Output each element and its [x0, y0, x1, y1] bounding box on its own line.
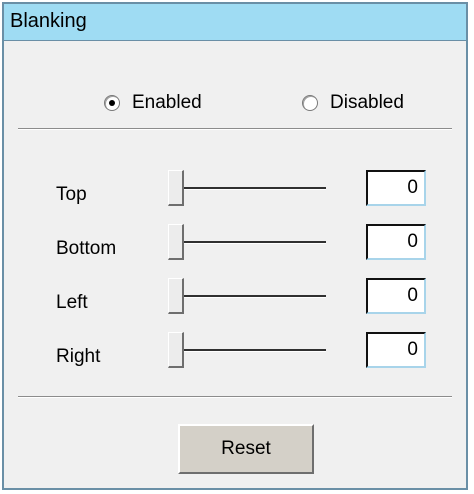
top-value-field[interactable]: 0: [366, 170, 426, 206]
right-slider-thumb[interactable]: [168, 332, 184, 368]
bottom-value-field[interactable]: 0: [366, 224, 426, 260]
separator-bottom: [18, 396, 452, 398]
enabled-radio[interactable]: [104, 95, 120, 111]
disabled-label[interactable]: Disabled: [330, 92, 404, 114]
right-label: Right: [56, 346, 101, 367]
top-label: Top: [56, 184, 87, 205]
panel-title: Blanking: [10, 10, 87, 32]
right-slider-track[interactable]: [168, 349, 326, 352]
bottom-slider-track[interactable]: [168, 241, 326, 244]
top-slider-track[interactable]: [168, 187, 326, 190]
left-slider[interactable]: [168, 278, 326, 318]
disabled-radio[interactable]: [302, 95, 318, 111]
left-slider-thumb[interactable]: [168, 278, 184, 314]
separator-top: [18, 128, 452, 130]
top-slider-thumb[interactable]: [168, 170, 184, 206]
reset-button[interactable]: Reset: [178, 424, 314, 474]
disabled-option[interactable]: Disabled: [302, 90, 404, 116]
bottom-label: Bottom: [56, 238, 117, 259]
blanking-panel: Blanking Enabled Disabled Top 0 Bottom 0…: [2, 2, 468, 490]
right-slider[interactable]: [168, 332, 326, 372]
left-value-field[interactable]: 0: [366, 278, 426, 314]
enabled-option[interactable]: Enabled: [104, 90, 202, 116]
bottom-slider-thumb[interactable]: [168, 224, 184, 260]
top-slider[interactable]: [168, 170, 326, 210]
left-label: Left: [56, 292, 88, 313]
enabled-label[interactable]: Enabled: [132, 92, 202, 114]
bottom-slider[interactable]: [168, 224, 326, 264]
panel-titlebar: Blanking: [4, 4, 466, 41]
left-slider-track[interactable]: [168, 295, 326, 298]
right-value-field[interactable]: 0: [366, 332, 426, 368]
